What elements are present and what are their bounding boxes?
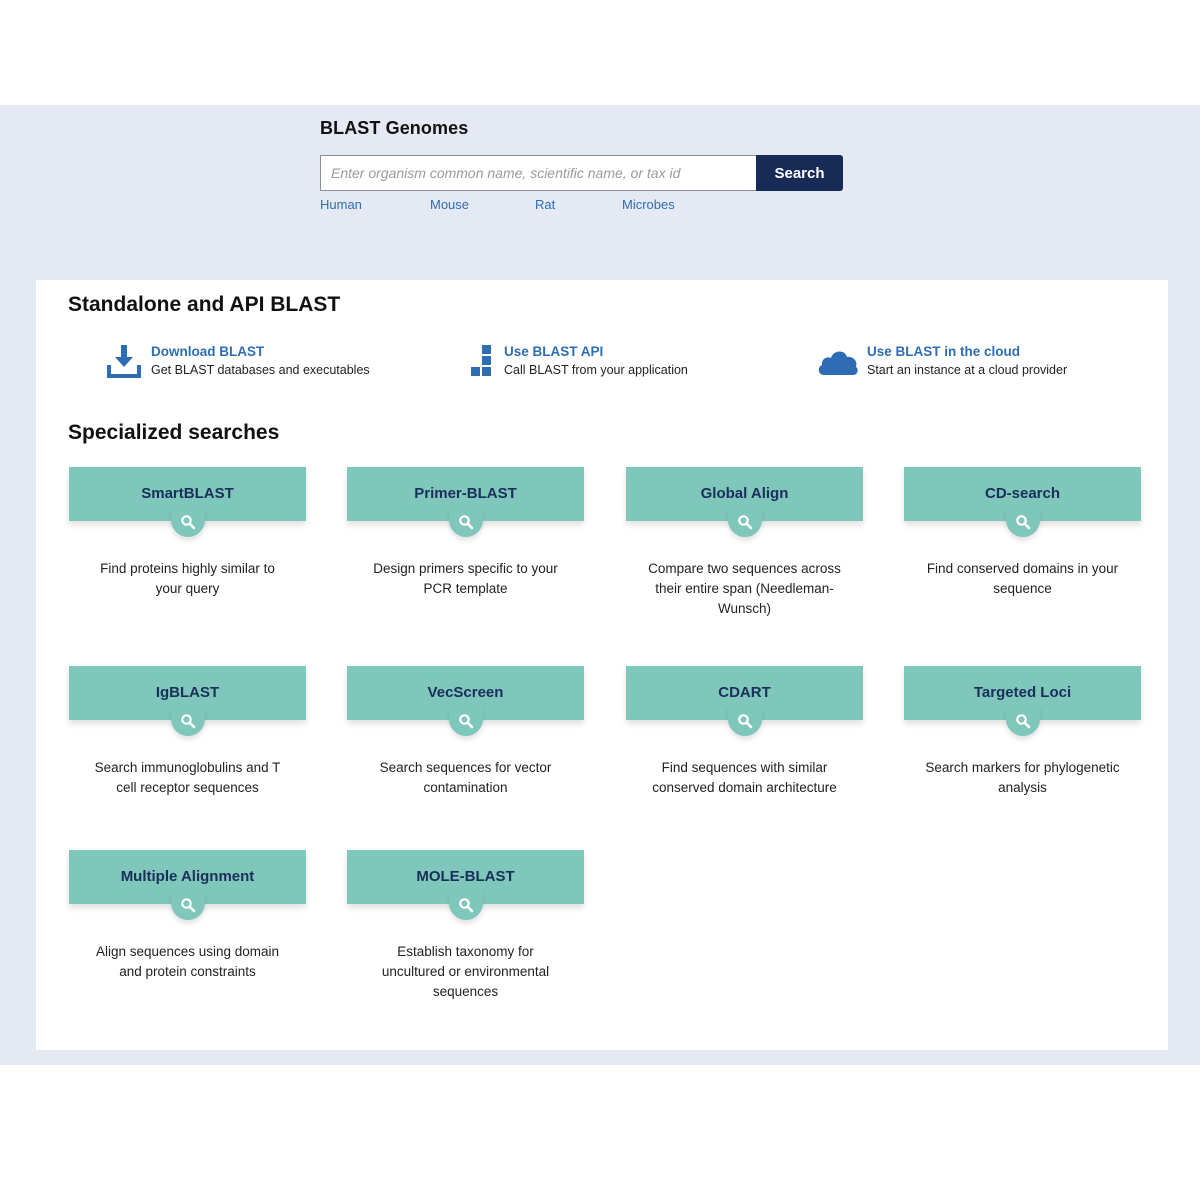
quick-link-rat[interactable]: Rat xyxy=(535,197,555,212)
blast-cloud-link[interactable]: Use BLAST in the cloud Start an instance… xyxy=(816,343,1067,379)
api-blocks-icon xyxy=(463,343,499,379)
magnifier-icon xyxy=(170,706,205,736)
blast-api-link[interactable]: Use BLAST API Call BLAST from your appli… xyxy=(463,343,688,379)
search-card-cd-search[interactable]: CD-search Find conserved domains in your… xyxy=(904,467,1141,599)
search-card-label: Primer-BLAST xyxy=(414,484,517,502)
search-card-label: CD-search xyxy=(984,484,1061,502)
search-card-description: Compare two sequences across their entir… xyxy=(648,561,841,616)
search-card-label: IgBLAST xyxy=(155,683,220,701)
blast-cloud-title[interactable]: Use BLAST in the cloud xyxy=(867,343,1067,361)
magnifier-icon xyxy=(448,706,483,736)
search-card-description: Find conserved domains in your sequence xyxy=(926,561,1119,596)
search-card-description: Align sequences using domain and protein… xyxy=(95,944,280,979)
search-card-targeted-loci[interactable]: Targeted Loci Search markers for phyloge… xyxy=(904,666,1141,798)
search-card-vecscreen[interactable]: VecScreen Search sequences for vector co… xyxy=(347,666,584,798)
search-button[interactable]: Search xyxy=(756,155,843,191)
quick-link-human[interactable]: Human xyxy=(320,197,362,212)
blast-cloud-desc: Start an instance at a cloud provider xyxy=(867,363,1068,377)
blast-api-title[interactable]: Use BLAST API xyxy=(504,343,688,361)
search-card-header[interactable]: SmartBLAST xyxy=(69,467,306,537)
magnifier-icon xyxy=(1005,706,1040,736)
search-card-description: Design primers specific to your PCR temp… xyxy=(373,561,558,596)
blast-genomes-section: BLAST Genomes Search Human Mouse Rat Mic… xyxy=(320,118,845,212)
search-card-multiple-alignment[interactable]: Multiple Alignment Align sequences using… xyxy=(69,850,306,982)
magnifier-icon xyxy=(727,706,762,736)
search-card-label: Targeted Loci xyxy=(973,683,1072,701)
quick-link-microbes[interactable]: Microbes xyxy=(622,197,675,212)
search-card-header[interactable]: VecScreen xyxy=(347,666,584,736)
search-card-mole-blast[interactable]: MOLE-BLAST Establish taxonomy for uncult… xyxy=(347,850,584,1002)
search-card-header[interactable]: Multiple Alignment xyxy=(69,850,306,920)
search-card-description: Establish taxonomy for uncultured or env… xyxy=(381,944,550,999)
blast-api-desc: Call BLAST from your application xyxy=(504,363,688,377)
magnifier-icon xyxy=(448,507,483,537)
magnifier-icon xyxy=(1005,507,1040,537)
search-card-header[interactable]: Targeted Loci xyxy=(904,666,1141,736)
quick-link-mouse[interactable]: Mouse xyxy=(430,197,469,212)
search-card-header[interactable]: CDART xyxy=(626,666,863,736)
main-panel: Standalone and API BLAST Download BLAST … xyxy=(36,280,1168,1050)
search-card-label: CDART xyxy=(718,683,771,701)
search-card-label: VecScreen xyxy=(427,683,504,701)
magnifier-icon xyxy=(727,507,762,537)
magnifier-icon xyxy=(448,890,483,920)
search-card-description: Find sequences with similar conserved do… xyxy=(652,760,837,795)
magnifier-icon xyxy=(170,890,205,920)
search-card-header[interactable]: IgBLAST xyxy=(69,666,306,736)
organism-search-input[interactable] xyxy=(320,155,756,191)
magnifier-icon xyxy=(170,507,205,537)
download-blast-link[interactable]: Download BLAST Get BLAST databases and e… xyxy=(106,343,370,379)
search-card-description: Search markers for phylogenetic analysis xyxy=(925,760,1120,795)
specialized-title: Specialized searches xyxy=(68,421,280,444)
search-card-label: Global Align xyxy=(700,484,789,502)
download-blast-desc: Get BLAST databases and executables xyxy=(151,363,370,377)
download-icon xyxy=(106,343,142,379)
genomes-title: BLAST Genomes xyxy=(320,118,469,138)
standalone-title: Standalone and API BLAST xyxy=(68,293,341,316)
search-card-header[interactable]: CD-search xyxy=(904,467,1141,537)
search-card-igblast[interactable]: IgBLAST Search immunoglobulins and T cel… xyxy=(69,666,306,798)
search-card-smartblast[interactable]: SmartBLAST Find proteins highly similar … xyxy=(69,467,306,599)
search-card-header[interactable]: Global Align xyxy=(626,467,863,537)
cloud-icon xyxy=(816,343,860,379)
search-card-global-align[interactable]: Global Align Compare two sequences acros… xyxy=(626,467,863,619)
search-card-label: Multiple Alignment xyxy=(120,867,255,885)
download-blast-title[interactable]: Download BLAST xyxy=(151,343,370,361)
search-card-label: SmartBLAST xyxy=(141,484,234,502)
search-card-label: MOLE-BLAST xyxy=(416,867,515,885)
search-card-header[interactable]: Primer-BLAST xyxy=(347,467,584,537)
search-card-description: Search sequences for vector contaminatio… xyxy=(379,760,552,795)
search-card-primer-blast[interactable]: Primer-BLAST Design primers specific to … xyxy=(347,467,584,599)
search-card-cdart[interactable]: CDART Find sequences with similar conser… xyxy=(626,666,863,798)
search-card-description: Find proteins highly similar to your que… xyxy=(100,561,275,596)
genome-search-form: Search xyxy=(320,155,843,191)
search-card-header[interactable]: MOLE-BLAST xyxy=(347,850,584,920)
search-card-description: Search immunoglobulins and T cell recept… xyxy=(94,760,281,795)
